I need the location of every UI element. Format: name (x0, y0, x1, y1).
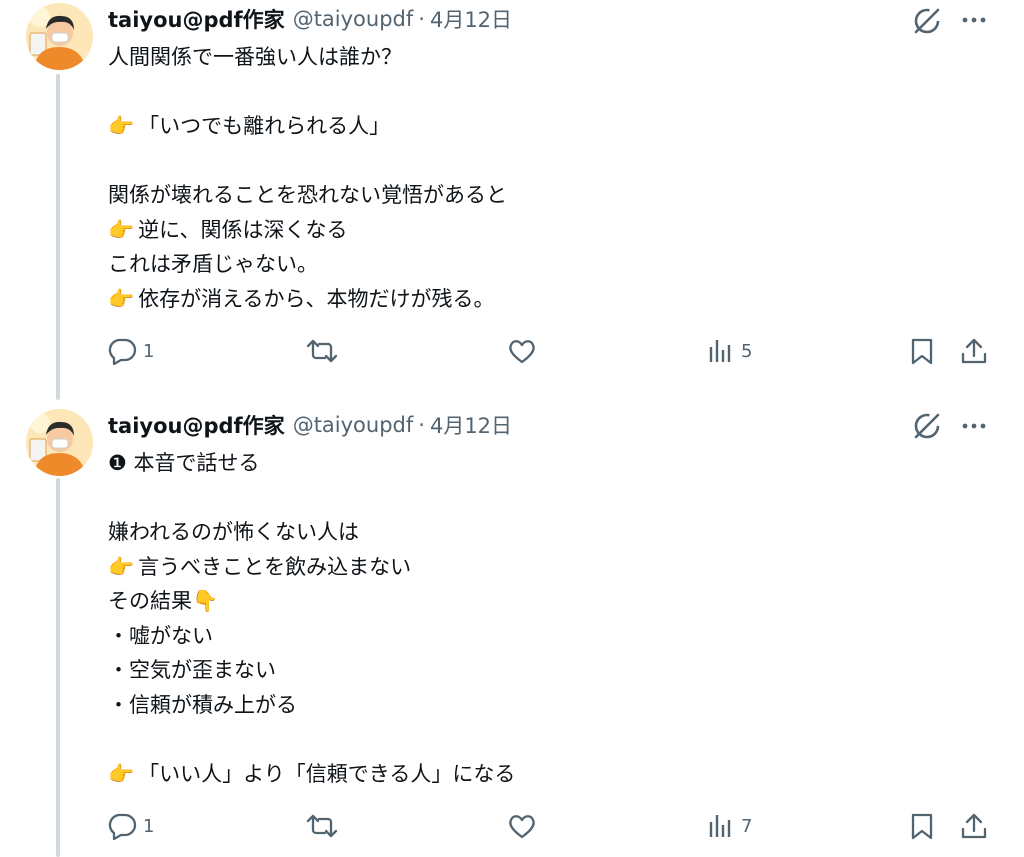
pointing-right-emoji: 👉 (108, 217, 135, 242)
share-button[interactable] (960, 812, 988, 840)
text-line: 👉 言うべきことを飲み込まない (108, 554, 412, 579)
views-button[interactable]: 7 (707, 812, 752, 840)
author-name[interactable]: taiyou@pdf作家 (108, 410, 285, 440)
avatar[interactable] (26, 409, 93, 476)
more-button[interactable] (960, 412, 988, 440)
more-button[interactable] (960, 6, 988, 34)
share-icon (961, 338, 987, 364)
bookmark-icon (911, 338, 933, 365)
retweet-icon (306, 814, 338, 838)
text-line: その結果👇 (108, 589, 219, 613)
author-name[interactable]: taiyou@pdf作家 (108, 4, 285, 34)
separator-dot: · (418, 413, 425, 437)
author-handle[interactable]: @taiyoupdf (293, 413, 414, 437)
author-handle[interactable]: @taiyoupdf (293, 7, 414, 31)
view-count: 7 (741, 815, 753, 837)
text-line: 人間関係で一番強い人は誰か？ (108, 45, 402, 69)
grok-button[interactable] (910, 409, 944, 443)
text-line: 👉 「いつでも離れられる人」 (108, 114, 391, 138)
tweet[interactable]: taiyou@pdf作家 @taiyoupdf · 4月12日 ❶ 本音で話せる… (0, 400, 1024, 857)
text-line: これは矛盾じゃない。 (108, 252, 318, 276)
views-icon (709, 815, 731, 837)
retweet-icon (306, 339, 338, 363)
reply-icon (108, 813, 137, 840)
text-line: 👉 依存が消えるから、本物だけが残る。 (108, 286, 495, 311)
pointing-right-emoji: 👉 (108, 286, 135, 311)
tweet[interactable]: taiyou@pdf作家 @taiyoupdf · 4月12日 人間関係で一番強… (0, 0, 1024, 400)
text-line: 嫌われるのが怖くない人は (108, 520, 359, 544)
tweet-text: ❶ 本音で話せる 嫌われるのが怖くない人は 👉 言うべきことを飲み込まない その結… (108, 446, 515, 791)
bookmark-button[interactable] (908, 337, 936, 365)
tweet-text: 人間関係で一番強い人は誰か？ 👉 「いつでも離れられる人」 関係が壊れることを恐れ… (108, 40, 507, 316)
post-date[interactable]: 4月12日 (430, 410, 512, 440)
pointing-right-emoji: 👉 (108, 761, 135, 786)
grok-button[interactable] (910, 4, 944, 38)
grok-icon (914, 8, 940, 34)
action-bar: 1 7 (0, 809, 1024, 843)
more-icon (962, 423, 986, 429)
action-bar: 1 5 (0, 334, 1024, 368)
reply-button[interactable]: 1 (107, 337, 154, 365)
more-icon (962, 17, 986, 23)
pointing-right-emoji: 👉 (108, 554, 135, 579)
view-count: 5 (741, 340, 753, 362)
bookmark-icon (911, 813, 933, 840)
text-line: 👉 「いい人」より「信頼できる人」になる (108, 761, 516, 786)
bookmark-button[interactable] (908, 812, 936, 840)
post-date[interactable]: 4月12日 (430, 4, 512, 34)
like-icon (509, 340, 535, 364)
like-button[interactable] (507, 337, 543, 365)
like-button[interactable] (507, 812, 543, 840)
pointing-right-emoji: 👉 (108, 114, 135, 138)
text-line: ❶ 本音で話せる (108, 451, 260, 475)
tweet-header: taiyou@pdf作家 @taiyoupdf · 4月12日 (108, 410, 512, 440)
reply-icon (108, 338, 137, 365)
text-line: ・空気が歪まない (108, 658, 276, 682)
like-icon (509, 815, 535, 839)
retweet-button[interactable] (306, 812, 344, 840)
share-icon (961, 813, 987, 839)
views-icon (709, 340, 731, 362)
tweet-header: taiyou@pdf作家 @taiyoupdf · 4月12日 (108, 4, 512, 34)
reply-count: 1 (143, 340, 155, 362)
text-line: 関係が壊れることを恐れない覚悟があると (108, 183, 507, 207)
text-line: 👉 逆に、関係は深くなる (108, 217, 348, 242)
avatar[interactable] (26, 3, 93, 70)
text-line: ・信頼が積み上がる (108, 692, 297, 717)
pointing-down-emoji: 👇 (192, 589, 219, 613)
share-button[interactable] (960, 337, 988, 365)
reply-count: 1 (143, 815, 155, 837)
separator-dot: · (418, 7, 425, 31)
reply-button[interactable]: 1 (107, 812, 154, 840)
views-button[interactable]: 5 (707, 337, 752, 365)
grok-icon (914, 413, 940, 439)
text-line: ・嘘がない (108, 623, 213, 648)
retweet-button[interactable] (306, 337, 344, 365)
